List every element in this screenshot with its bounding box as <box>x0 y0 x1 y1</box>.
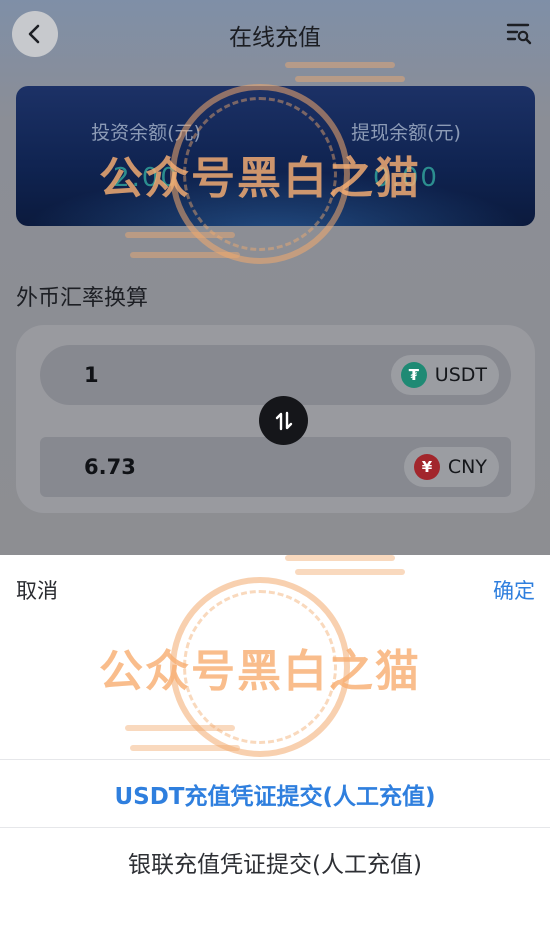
invest-balance-value: 2.00 <box>113 163 179 193</box>
watermark-text: 公众号黑白之猫 <box>99 646 421 697</box>
top-bar: 在线充值 <box>0 0 550 68</box>
withdraw-balance: 提现余额(元) 0.00 <box>306 118 506 193</box>
watermark-stamp-bottom: 公众号黑白之猫 <box>95 555 425 785</box>
from-amount-field[interactable]: 1 ₮ USDT <box>40 345 511 405</box>
recharge-page: 在线充值 投资余额(元) 2.00 提现余额(元) 0.00 外币汇率换算 1 <box>0 0 550 555</box>
from-currency-chip[interactable]: ₮ USDT <box>390 355 499 395</box>
stamp-wave <box>130 745 240 751</box>
swap-vertical-icon <box>275 411 292 430</box>
stamp-wave <box>285 555 395 561</box>
to-currency-chip[interactable]: ¥ CNY <box>403 447 499 487</box>
usdt-icon: ₮ <box>400 362 427 388</box>
stamp-ring <box>170 577 350 757</box>
cny-icon: ¥ <box>413 454 440 480</box>
option-usdt-voucher[interactable]: USDT充值凭证提交(人工充值) <box>0 759 550 827</box>
cancel-button[interactable]: 取消 <box>16 575 58 605</box>
from-amount[interactable]: 1 <box>84 363 99 387</box>
list-search-icon <box>506 23 532 45</box>
exchange-section-title: 外币汇率换算 <box>16 286 149 311</box>
to-amount-field[interactable]: 6.73 ¥ CNY <box>40 437 511 497</box>
stamp-inner-ring <box>183 590 337 744</box>
stamp-wave <box>295 569 405 575</box>
balance-card: 投资余额(元) 2.00 提现余额(元) 0.00 <box>16 86 535 226</box>
stamp-wave <box>125 232 235 238</box>
from-currency-code: USDT <box>434 364 487 386</box>
withdraw-balance-label: 提现余额(元) <box>351 122 461 144</box>
confirm-button[interactable]: 确定 <box>493 575 535 605</box>
stamp-wave <box>125 725 235 731</box>
stamp-wave <box>295 76 405 82</box>
option-unionpay-voucher[interactable]: 银联充值凭证提交(人工充值) <box>0 827 550 895</box>
page-title: 在线充值 <box>229 25 321 51</box>
to-currency-code: CNY <box>447 456 487 478</box>
invest-balance: 投资余额(元) 2.00 <box>46 118 246 193</box>
to-amount[interactable]: 6.73 <box>84 455 136 479</box>
recharge-method-sheet: 取消 确定 USDT充值凭证提交(人工充值) 银联充值凭证提交(人工充值) 公众… <box>0 555 550 930</box>
withdraw-balance-value: 0.00 <box>373 163 439 193</box>
records-button[interactable] <box>506 20 532 46</box>
invest-balance-label: 投资余额(元) <box>91 122 201 144</box>
swap-currency-button[interactable] <box>259 396 308 445</box>
stamp-wave <box>130 252 240 258</box>
